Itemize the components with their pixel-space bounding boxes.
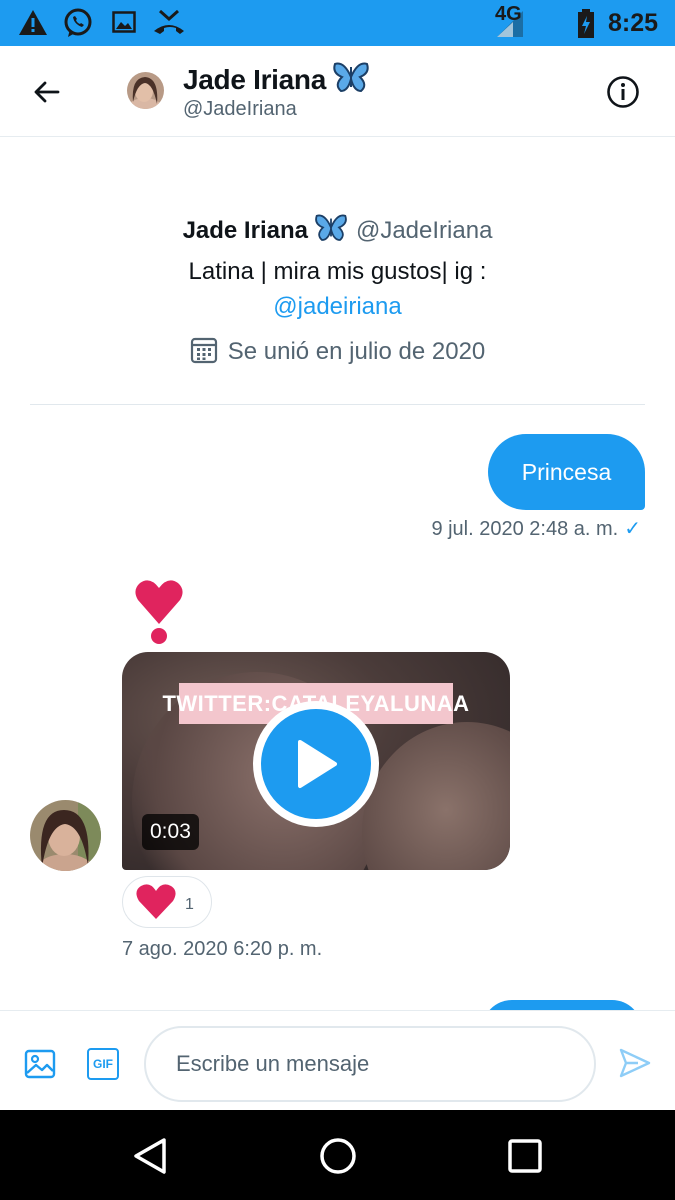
profile-bio: Latina | mira mis gustos| ig : xyxy=(188,258,487,285)
heart-exclamation-icon xyxy=(135,580,183,644)
play-button[interactable] xyxy=(253,701,379,827)
profile-name-row[interactable]: Jade Iriana @JadeIriana xyxy=(0,213,675,245)
android-nav-bar xyxy=(0,1110,675,1200)
video-thumbnail-shape xyxy=(362,722,510,870)
signal-icon xyxy=(497,11,523,37)
home-circle-icon[interactable] xyxy=(318,1136,358,1176)
message-composer: GIF xyxy=(0,1010,675,1110)
dm-conversation-screen: 4G 8:25 Jade Iriana @JadeIriana Jade Iri… xyxy=(0,0,675,1200)
sender-avatar[interactable] xyxy=(30,800,101,871)
header-handle: @JadeIriana xyxy=(183,98,297,120)
play-icon xyxy=(298,740,337,788)
back-button[interactable] xyxy=(26,74,66,110)
profile-bio-link-row: @jadeiriana xyxy=(0,293,675,321)
profile-handle: @JadeIriana xyxy=(355,217,493,244)
divider xyxy=(30,404,645,405)
battery-charging-icon xyxy=(578,9,594,38)
header-name[interactable]: Jade Iriana xyxy=(183,61,370,96)
butterfly-emoji-icon xyxy=(333,62,369,93)
reaction-pill[interactable]: 1 xyxy=(122,876,212,928)
warning-icon xyxy=(19,10,47,35)
status-bar: 4G 8:25 xyxy=(0,0,675,46)
gif-icon[interactable]: GIF xyxy=(87,1048,119,1080)
image-icon[interactable] xyxy=(24,1048,56,1080)
back-triangle-icon[interactable] xyxy=(131,1136,171,1176)
outgoing-message-bubble[interactable]: Princesa xyxy=(488,434,645,510)
message-timestamp: 7 ago. 2020 6:20 p. m. xyxy=(122,938,323,960)
play-button-inner xyxy=(261,709,371,819)
avatar[interactable] xyxy=(127,72,164,109)
whatsapp-icon xyxy=(64,8,92,37)
contact-name: Jade Iriana xyxy=(183,64,327,95)
timestamp-text: 9 jul. 2020 2:48 a. m. xyxy=(431,518,619,540)
image-icon xyxy=(112,11,136,33)
heart-icon xyxy=(136,884,176,919)
video-duration: 0:03 xyxy=(142,814,199,850)
message-input[interactable] xyxy=(144,1026,596,1102)
back-arrow-icon xyxy=(34,81,60,103)
calendar-icon xyxy=(190,337,217,364)
clock: 8:25 xyxy=(608,9,659,37)
bio-link[interactable]: @jadeiriana xyxy=(273,293,401,320)
reaction-count: 1 xyxy=(185,896,194,913)
conversation-header: Jade Iriana @JadeIriana xyxy=(0,46,675,137)
butterfly-emoji-icon xyxy=(315,214,347,241)
info-icon[interactable] xyxy=(606,75,640,109)
joined-date-row: Se unió en julio de 2020 xyxy=(0,336,675,366)
send-icon[interactable] xyxy=(618,1046,652,1080)
joined-date: Se unió en julio de 2020 xyxy=(227,338,486,365)
profile-name: Jade Iriana xyxy=(182,217,308,244)
recents-square-icon[interactable] xyxy=(505,1136,545,1176)
gif-label: GIF xyxy=(93,1057,113,1071)
sent-check-icon: ✓ xyxy=(624,518,641,540)
message-timestamp: 9 jul. 2020 2:48 a. m. ✓ xyxy=(431,516,641,541)
missed-call-icon xyxy=(154,9,184,34)
video-message[interactable]: TWITTER:CATALEYALUNAA 0:03 xyxy=(122,652,510,870)
